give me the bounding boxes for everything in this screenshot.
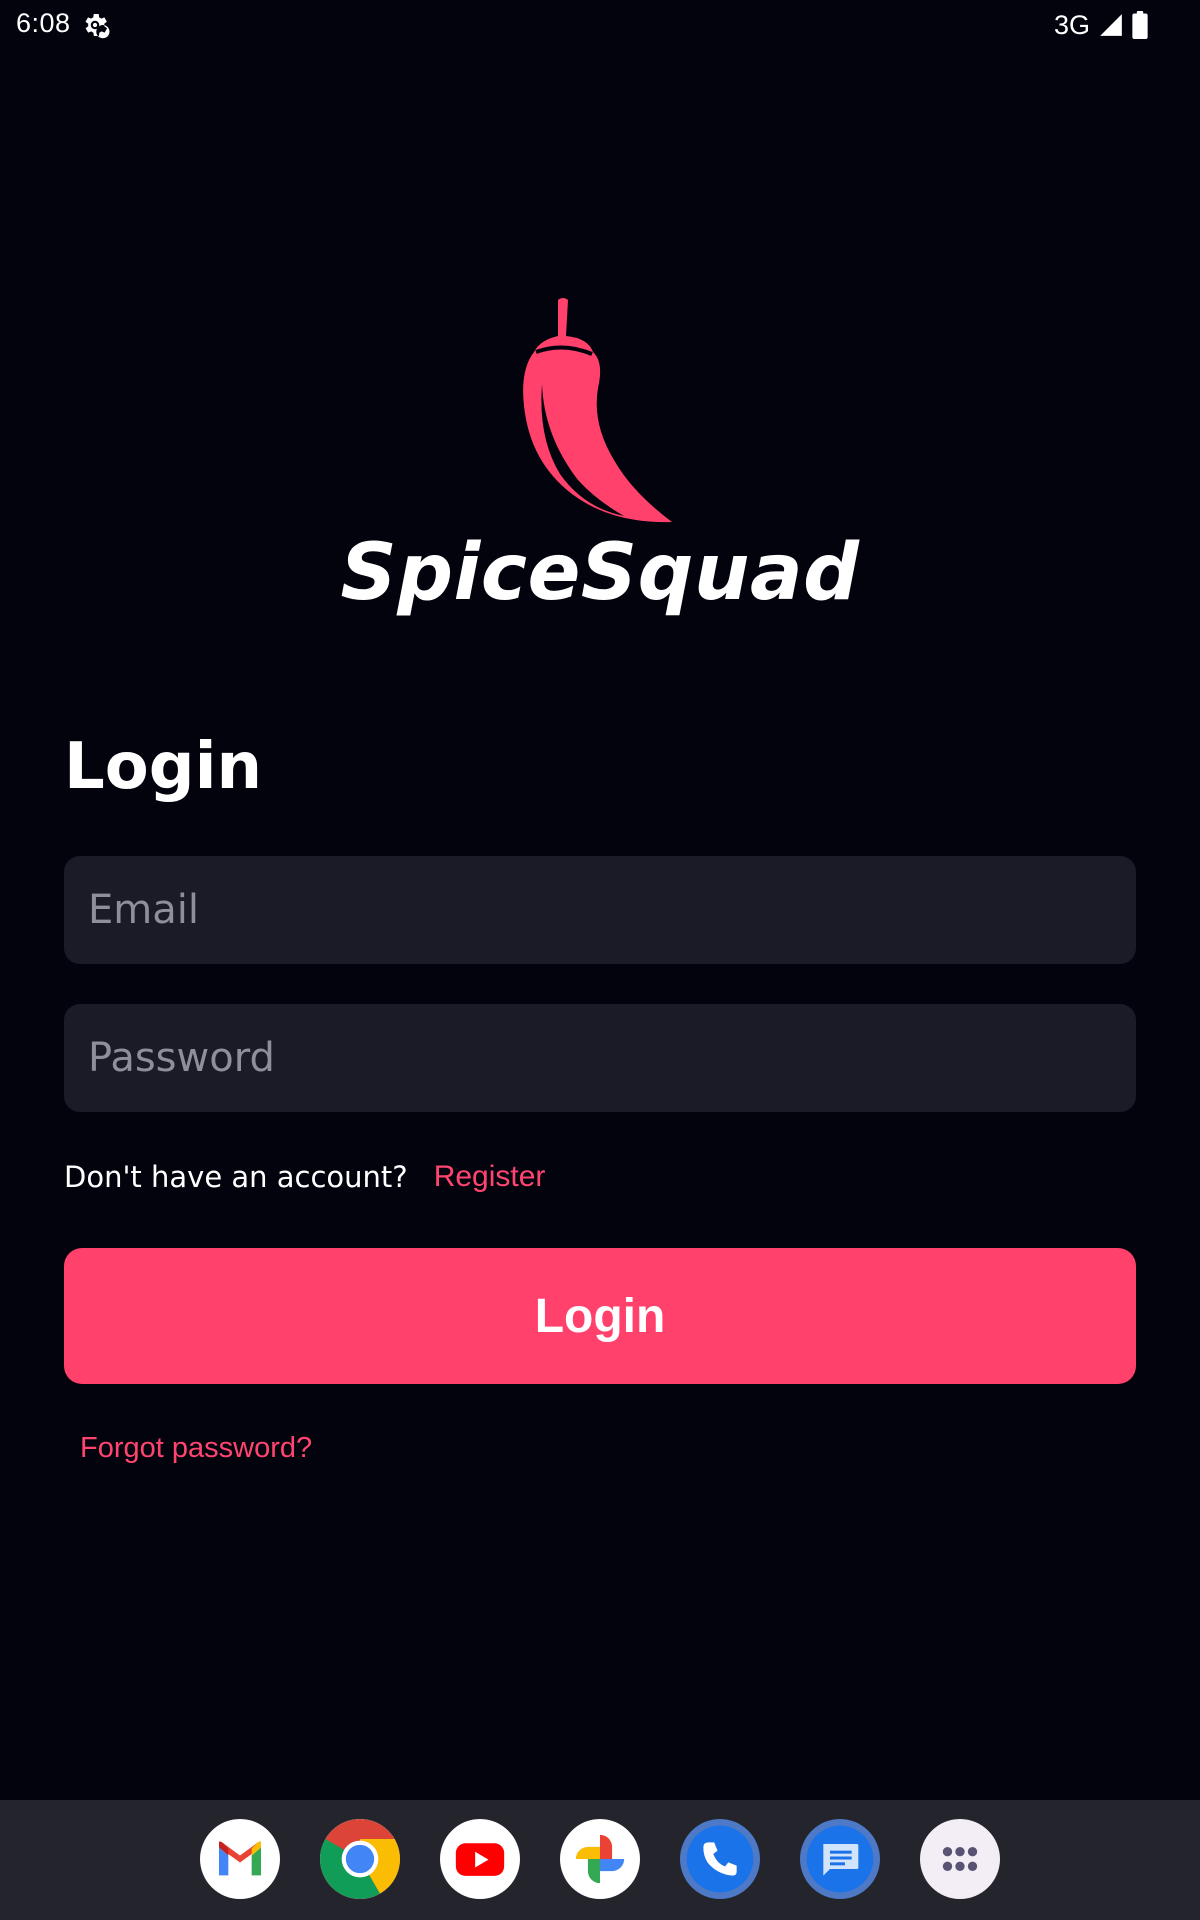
dock-app-chrome[interactable] bbox=[320, 1819, 400, 1899]
app-grid-icon bbox=[942, 1847, 978, 1871]
login-button[interactable]: Login bbox=[64, 1248, 1136, 1384]
photos-pinwheel-icon bbox=[575, 1834, 625, 1884]
status-bar: 6:08 3G bbox=[0, 0, 1200, 50]
dock-app-photos[interactable] bbox=[560, 1819, 640, 1899]
status-time: 6:08 bbox=[16, 8, 71, 38]
cellular-signal-icon bbox=[1100, 14, 1122, 36]
app-dock bbox=[0, 1800, 1200, 1920]
chrome-icon bbox=[320, 1819, 400, 1899]
phone-icon bbox=[686, 1825, 754, 1893]
settings-gear-icon bbox=[85, 14, 110, 39]
chili-pepper-icon bbox=[523, 298, 672, 523]
dock-app-drawer[interactable] bbox=[920, 1819, 1000, 1899]
email-input[interactable] bbox=[64, 856, 1136, 964]
status-indicators: 3G bbox=[1054, 8, 1148, 42]
login-screen: 6:08 3G SpiceSquad Login Don't have an a… bbox=[0, 0, 1200, 1920]
messages-icon bbox=[806, 1825, 874, 1893]
battery-icon bbox=[1132, 11, 1148, 39]
youtube-icon bbox=[455, 1843, 505, 1876]
page-title: Login bbox=[64, 730, 263, 804]
account-prompt: Don't have an account? bbox=[64, 1160, 408, 1194]
forgot-password-link[interactable]: Forgot password? bbox=[80, 1432, 312, 1465]
dock-app-messages[interactable] bbox=[800, 1819, 880, 1899]
brand-wordmark: SpiceSquad bbox=[340, 528, 860, 618]
register-row: Don't have an account? Register bbox=[64, 1160, 545, 1194]
password-input[interactable] bbox=[64, 1004, 1136, 1112]
dock-app-youtube[interactable] bbox=[440, 1819, 520, 1899]
dock-app-phone[interactable] bbox=[680, 1819, 760, 1899]
dock-app-gmail[interactable] bbox=[200, 1819, 280, 1899]
gmail-icon bbox=[219, 1841, 261, 1876]
register-link[interactable]: Register bbox=[434, 1160, 546, 1194]
network-type: 3G bbox=[1053, 9, 1090, 40]
